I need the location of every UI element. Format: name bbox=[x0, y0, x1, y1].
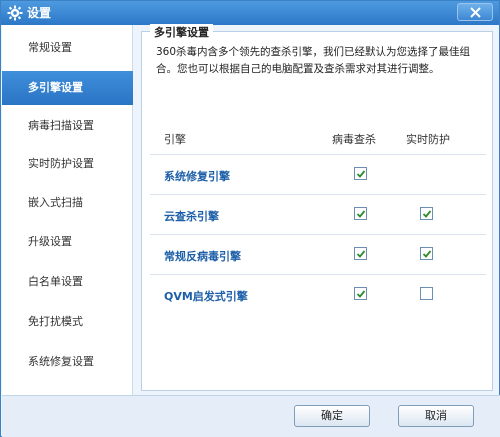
engine-name: 系统修复引擎 bbox=[164, 170, 230, 183]
sidebar-item-general[interactable]: 常规设置 bbox=[2, 31, 133, 65]
engine-name: 常规反病毒引擎 bbox=[164, 250, 241, 263]
column-engine: 引擎 bbox=[164, 133, 186, 146]
realtime-checkbox[interactable] bbox=[420, 287, 433, 300]
realtime-checkbox[interactable] bbox=[420, 247, 433, 260]
engine-row-cloud: 云查杀引擎 bbox=[150, 194, 486, 234]
checkmark-icon bbox=[422, 250, 432, 258]
sidebar-item-multi-engine[interactable]: 多引擎设置 bbox=[2, 71, 133, 105]
dialog-footer: 确定 取消 bbox=[2, 395, 500, 437]
engine-name: QVM启发式引擎 bbox=[164, 290, 248, 303]
sidebar-item-realtime-protection[interactable]: 实时防护设置 bbox=[2, 147, 133, 181]
window-title: 设置 bbox=[27, 6, 52, 20]
virus-scan-checkbox[interactable] bbox=[354, 287, 367, 300]
realtime-checkbox[interactable] bbox=[420, 207, 433, 220]
multi-engine-panel: 多引擎设置 360杀毒内含多个领先的查杀引擎，我们已经默认为您选择了最佳组合。您… bbox=[141, 24, 493, 391]
column-realtime: 实时防护 bbox=[406, 133, 450, 146]
title-bar[interactable]: 设置 bbox=[1, 1, 499, 25]
gear-icon bbox=[7, 5, 23, 21]
sidebar-item-upgrade[interactable]: 升级设置 bbox=[2, 225, 133, 259]
engine-row-qvm: QVM启发式引擎 bbox=[150, 274, 486, 314]
sidebar-item-whitelist[interactable]: 白名单设置 bbox=[2, 265, 133, 299]
checkmark-icon bbox=[356, 210, 366, 218]
panel-description: 360杀毒内含多个领先的查杀引擎，我们已经默认为您选择了最佳组合。您也可以根据自… bbox=[156, 46, 471, 75]
sidebar-item-virus-scan[interactable]: 病毒扫描设置 bbox=[2, 109, 133, 143]
virus-scan-checkbox[interactable] bbox=[354, 247, 367, 260]
ok-button[interactable]: 确定 bbox=[294, 405, 370, 427]
engine-row-regular-antivirus: 常规反病毒引擎 bbox=[150, 234, 486, 274]
settings-sidebar: 常规设置 多引擎设置 病毒扫描设置 实时防护设置 嵌入式扫描 升级设置 白名单设… bbox=[2, 25, 133, 395]
sidebar-item-do-not-disturb[interactable]: 免打扰模式 bbox=[2, 305, 133, 339]
column-virus-scan: 病毒查杀 bbox=[332, 133, 376, 146]
sidebar-item-system-repair[interactable]: 系统修复设置 bbox=[2, 345, 133, 379]
cancel-button[interactable]: 取消 bbox=[398, 405, 474, 427]
close-button[interactable] bbox=[457, 3, 493, 21]
engine-name: 云查杀引擎 bbox=[164, 210, 219, 223]
checkmark-icon bbox=[356, 250, 366, 258]
sidebar-item-embedded-scan[interactable]: 嵌入式扫描 bbox=[2, 186, 133, 220]
panel-title: 多引擎设置 bbox=[150, 24, 213, 40]
checkmark-icon bbox=[356, 170, 366, 178]
virus-scan-checkbox[interactable] bbox=[354, 167, 367, 180]
virus-scan-checkbox[interactable] bbox=[354, 207, 367, 220]
engine-row-system-repair: 系统修复引擎 bbox=[150, 154, 486, 194]
engine-table-header: 引擎 病毒查杀 实时防护 bbox=[150, 127, 486, 151]
checkmark-icon bbox=[422, 210, 432, 218]
checkmark-icon bbox=[356, 290, 366, 298]
settings-window: 设置 常规设置 多引擎设置 病毒扫描设置 实时防护设置 嵌入式扫描 升级设置 白… bbox=[0, 0, 500, 437]
close-icon bbox=[470, 7, 481, 18]
